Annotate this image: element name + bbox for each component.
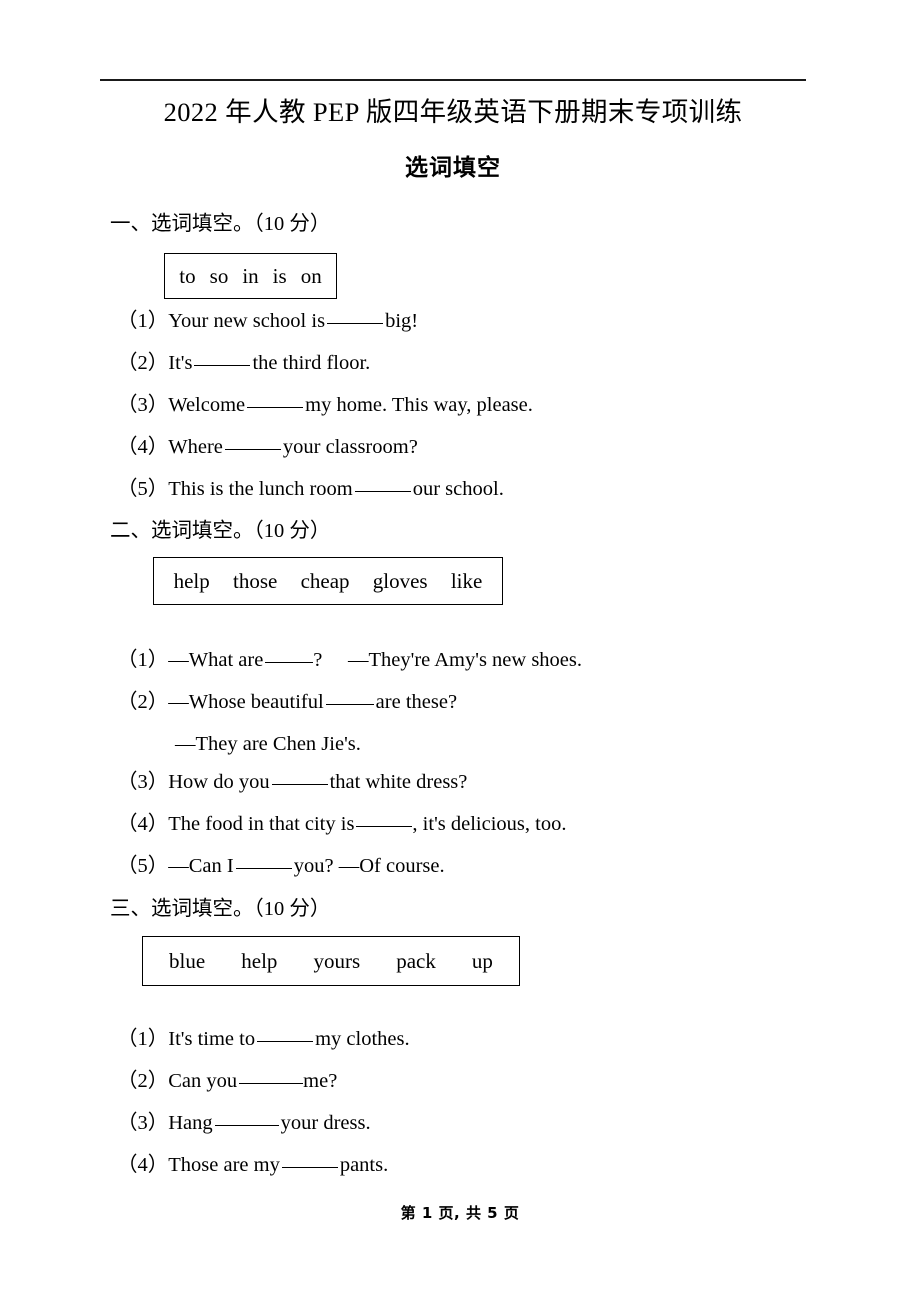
question-item: （2）Can you me? xyxy=(117,1068,337,1095)
section-heading-3: 三、选词填空。（10 分） xyxy=(110,898,331,920)
question-text-before: Can you xyxy=(168,1070,238,1092)
question-text-after: the third floor. xyxy=(252,352,371,374)
question-text-after: are these? xyxy=(375,691,458,713)
question-text-after: you? —Of course. xyxy=(293,855,445,877)
question-text-before: —What are xyxy=(168,649,264,671)
question-text-after: your classroom? xyxy=(282,436,418,458)
question-text-after: my home. This way, please. xyxy=(305,394,533,416)
word-bank-item: on xyxy=(300,263,322,288)
question-item: （1）It's time to my clothes. xyxy=(117,1026,410,1053)
answer-blank[interactable] xyxy=(247,407,304,408)
question-number: （2） xyxy=(117,352,169,374)
answer-blank[interactable] xyxy=(214,1125,279,1126)
question-text-after: pants. xyxy=(339,1154,389,1176)
answer-blank[interactable] xyxy=(265,662,314,663)
question-text-after: my clothes. xyxy=(315,1028,410,1050)
question-number: （1） xyxy=(117,310,169,332)
word-bank-3: blue help yours pack up xyxy=(142,936,520,986)
answer-blank[interactable] xyxy=(194,365,251,366)
answer-blank[interactable] xyxy=(356,826,413,827)
word-bank-item: those xyxy=(233,568,278,593)
word-bank-item: help xyxy=(241,948,278,973)
page-title: 2022 年人教 PEP 版四年级英语下册期末专项训练 xyxy=(163,97,743,127)
question-number: （2） xyxy=(117,1070,169,1092)
question-number: （4） xyxy=(117,813,169,835)
word-bank-item: up xyxy=(471,948,493,973)
question-number: （5） xyxy=(117,478,169,500)
word-bank-2: help those cheap gloves like xyxy=(153,557,503,605)
word-bank-item: yours xyxy=(313,948,361,973)
question-text-before: How do you xyxy=(168,771,270,793)
question-text-before: —Whose beautiful xyxy=(168,691,324,713)
question-number: （3） xyxy=(117,771,169,793)
question-text-after: , it's delicious, too. xyxy=(412,813,567,835)
question-number: （4） xyxy=(117,436,169,458)
question-text-after: that white dress? xyxy=(329,771,468,793)
question-text-before: Those are my xyxy=(168,1154,280,1176)
question-item: （4）The food in that city is , it's delici… xyxy=(117,811,566,838)
question-continuation-text: —They are Chen Jie's. xyxy=(175,733,361,755)
word-bank-item: help xyxy=(173,568,210,593)
answer-blank[interactable] xyxy=(224,449,281,450)
answer-blank[interactable] xyxy=(354,491,411,492)
question-text-after: ? —They're Amy's new shoes. xyxy=(313,649,583,671)
question-text-after: me? xyxy=(303,1070,338,1092)
question-continuation: —They are Chen Jie's. xyxy=(175,731,361,758)
question-text-before: It's time to xyxy=(168,1028,256,1050)
question-item: （4）Where your classroom? xyxy=(117,434,418,461)
question-item: （1）Your new school is big! xyxy=(117,308,418,335)
question-number: （4） xyxy=(117,1154,169,1176)
answer-blank[interactable] xyxy=(327,323,384,324)
question-text-before: Where xyxy=(168,436,223,458)
question-item: （3）Hang your dress. xyxy=(117,1110,371,1137)
answer-blank[interactable] xyxy=(239,1083,304,1084)
question-text-before: It's xyxy=(168,352,193,374)
answer-blank[interactable] xyxy=(325,704,374,705)
answer-blank[interactable] xyxy=(235,868,292,869)
question-item: （3）How do you that white dress? xyxy=(117,769,467,796)
question-text-before: Your new school is xyxy=(168,310,326,332)
question-text-before: Welcome xyxy=(168,394,246,416)
answer-blank[interactable] xyxy=(271,784,328,785)
page-footer: 第 1 页, 共 5 页 xyxy=(400,1204,520,1222)
word-bank-item: pack xyxy=(396,948,436,973)
word-bank-item: in xyxy=(242,263,259,288)
exam-page: 2022 年人教 PEP 版四年级英语下册期末专项训练 选词填空 一、选词填空。… xyxy=(0,0,920,1302)
section-heading-1: 一、选词填空。（10 分） xyxy=(110,213,331,235)
question-text-after: big! xyxy=(385,310,419,332)
question-number: （1） xyxy=(117,649,169,671)
word-bank-item: to xyxy=(179,263,196,288)
question-text-before: —Can I xyxy=(168,855,234,877)
question-item: （5）—Can I you? —Of course. xyxy=(117,853,445,880)
word-bank-item: is xyxy=(272,263,287,288)
question-item: （2）—Whose beautiful are these? xyxy=(117,689,457,716)
question-text-before: This is the lunch room xyxy=(168,478,353,500)
question-text-after: your dress. xyxy=(280,1112,371,1134)
word-bank-item: cheap xyxy=(300,568,350,593)
question-number: （5） xyxy=(117,855,169,877)
question-item: （4）Those are my pants. xyxy=(117,1152,388,1179)
question-item: （5）This is the lunch room our school. xyxy=(117,476,504,503)
answer-blank[interactable] xyxy=(281,1167,338,1168)
question-item: （3）Welcome my home. This way, please. xyxy=(117,392,533,419)
question-number: （3） xyxy=(117,1112,169,1134)
section-heading-2: 二、选词填空。（10 分） xyxy=(110,520,331,542)
answer-blank[interactable] xyxy=(257,1041,314,1042)
word-bank-item: like xyxy=(450,568,483,593)
word-bank-1: to so in is on xyxy=(164,253,337,299)
page-subtitle: 选词填空 xyxy=(405,155,501,181)
question-item: （1）—What are ? —They're Amy's new shoes. xyxy=(117,647,582,674)
question-number: （1） xyxy=(117,1028,169,1050)
word-bank-item: blue xyxy=(169,948,206,973)
question-text-before: The food in that city is xyxy=(168,813,355,835)
question-item: （2）It's the third floor. xyxy=(117,350,370,377)
header-divider xyxy=(100,79,806,81)
question-number: （3） xyxy=(117,394,169,416)
question-number: （2） xyxy=(117,691,169,713)
question-text-after: our school. xyxy=(412,478,504,500)
word-bank-item: so xyxy=(209,263,229,288)
question-text-before: Hang xyxy=(168,1112,213,1134)
word-bank-item: gloves xyxy=(372,568,428,593)
